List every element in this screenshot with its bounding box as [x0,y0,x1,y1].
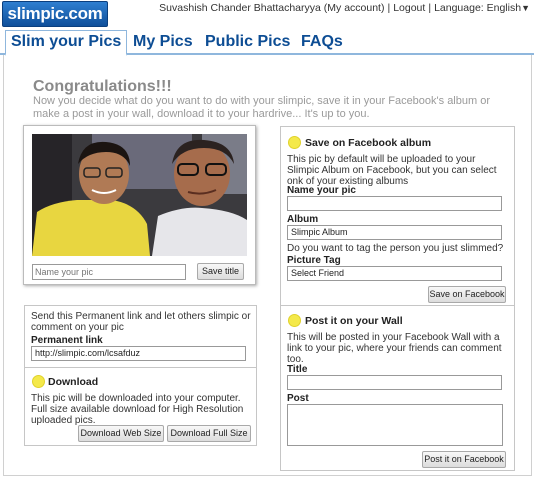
wall-description: This will be posted in your Facebook Wal… [287,332,502,365]
photo-illustration [32,134,247,256]
tag-question: Do you want to tag the person you just s… [287,243,504,254]
language-select[interactable]: English▼ [487,2,530,14]
tab-slim-your-pics[interactable]: Slim your Pics [5,30,128,56]
picture-tag-select[interactable]: Select Friend [287,266,502,281]
bullet-dot-icon [288,314,301,327]
language-dropdown-arrow-icon[interactable]: ▼ [521,3,530,13]
tab-public-pics[interactable]: Public Pics [205,31,290,53]
bullet-dot-icon [32,375,45,388]
title-label: Title [287,364,308,375]
save-on-facebook-button[interactable]: Save on Facebook [428,286,506,303]
tab-my-pics[interactable]: My Pics [133,31,193,53]
main-nav: Slim your Pics My Pics Public Pics FAQs [0,29,534,56]
permanent-link-field[interactable]: http://slimpic.com/lcsafduz [31,346,246,361]
top-links: Suvashish Chander Bhattacharyya (My acco… [159,2,530,14]
link-download-panel: Send this Permanent link and let others … [24,305,257,446]
picture-tag-label: Picture Tag [287,255,341,266]
download-web-size-button[interactable]: Download Web Size [78,425,164,442]
download-heading: Download [48,376,99,388]
divider [25,367,256,368]
language-label: Language: [434,2,484,14]
facebook-panel: Save on Facebook album This pic by defau… [280,126,515,471]
album-description: This pic by default will be uploaded to … [287,154,497,187]
slimpic-logo[interactable]: slimpic.com [2,1,108,27]
photo-caption-input[interactable] [32,264,186,280]
photo-card: Save title [23,125,256,285]
download-description: This pic will be downloaded into your co… [31,393,244,426]
permanent-link-label: Permanent link [31,335,103,346]
post-wall-heading: Post it on your Wall [305,315,403,327]
separator: | [387,2,391,14]
separator: | [428,2,432,14]
post-textarea[interactable] [287,404,503,446]
download-full-size-button[interactable]: Download Full Size [167,425,251,442]
permanent-link-description: Send this Permanent link and let others … [31,311,251,333]
divider [281,305,514,306]
intro-text: Now you decide what do you want to do wi… [33,95,490,120]
save-facebook-album-heading: Save on Facebook album [305,137,432,149]
album-label: Album [287,214,319,225]
title-input[interactable] [287,375,502,390]
user-name: Suvashish Chander Bhattacharyya [159,2,321,14]
language-value: English [486,2,522,14]
save-title-button[interactable]: Save title [197,263,244,280]
slimmed-photo [32,134,247,256]
post-on-facebook-button[interactable]: Post it on Facebook [422,451,506,468]
name-your-pic-label: Name your pic [287,185,356,196]
logout-link[interactable]: Logout [393,2,425,14]
post-label: Post [287,393,309,404]
my-account-link[interactable]: (My account) [324,2,385,14]
name-your-pic-input[interactable] [287,196,502,211]
album-select[interactable]: Slimpic Album [287,225,502,240]
bullet-dot-icon [288,136,301,149]
page-title: Congratulations!!! [33,78,172,95]
page: slimpic.com Suvashish Chander Bhattachar… [0,0,534,480]
tab-faqs[interactable]: FAQs [301,31,343,53]
